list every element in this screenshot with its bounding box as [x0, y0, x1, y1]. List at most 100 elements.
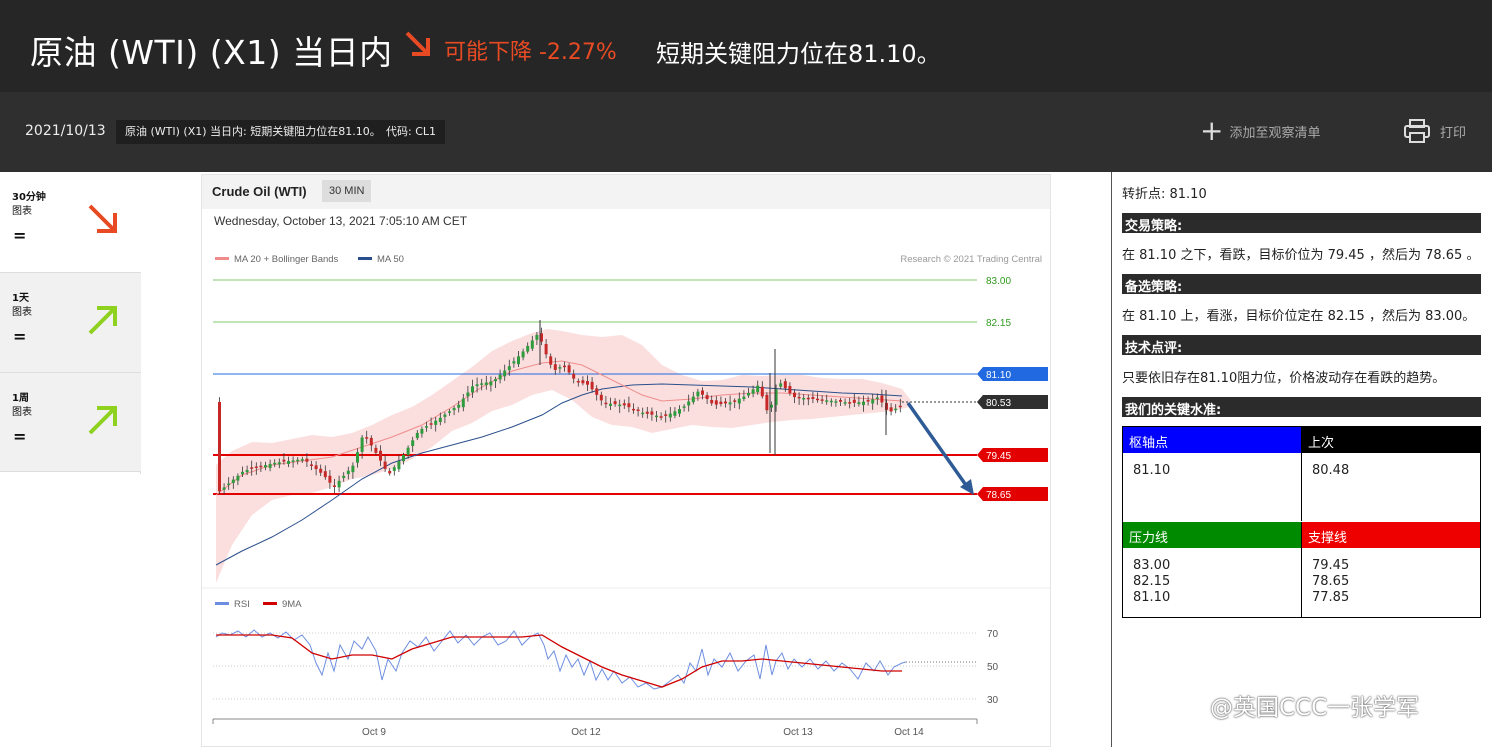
candle-body [434, 420, 438, 425]
candle-body [806, 397, 810, 400]
candle-body [438, 417, 442, 422]
candle-body [691, 396, 695, 403]
candle-body [875, 397, 879, 399]
candle-body [218, 401, 221, 492]
candle-body [300, 459, 304, 461]
comment-title: 技术点评: [1122, 335, 1481, 356]
candle-body [351, 465, 355, 473]
alt-strategy-text: 在 81.10 上，看涨，目标价位定在 82.15 ，然后为 83.00。 [1122, 309, 1476, 324]
candle-body [231, 479, 235, 483]
candle-body [595, 388, 599, 395]
candle-body [811, 397, 815, 399]
candle-body [291, 460, 295, 462]
candle-body [420, 428, 424, 434]
candle-body [388, 470, 392, 474]
candle-body [250, 467, 254, 469]
timeframe-1day[interactable]: 1天 图表 = [0, 272, 141, 372]
rsi-tick-30: 30 [987, 695, 999, 706]
candle-body [415, 432, 419, 439]
candle-body [760, 386, 764, 397]
candle-body [314, 465, 318, 470]
arrow-down-right-icon [88, 204, 117, 233]
candle-body [374, 447, 378, 453]
print-label: 打印 [1440, 125, 1467, 141]
candle-body [526, 345, 530, 352]
candle-body [503, 370, 507, 377]
candle-body [259, 465, 263, 468]
candle-body [484, 382, 488, 386]
candle-body [793, 392, 796, 398]
candle-body [816, 398, 819, 401]
candle-body [268, 463, 272, 469]
timeframe-sub: 图表 [12, 206, 32, 217]
candle-body [296, 459, 300, 462]
candle-body [682, 406, 686, 408]
support-value: 79.45 [1312, 558, 1350, 573]
candle-body [645, 411, 649, 414]
candle-body [641, 412, 645, 415]
timeframe-1week[interactable]: 1周 图表 = [0, 372, 141, 472]
candle-body [668, 413, 672, 418]
timeframe-sub: 图表 [12, 307, 32, 318]
ma20-legend-swatch [215, 257, 229, 260]
candle-body [862, 401, 865, 406]
candle-body [737, 398, 741, 404]
candle-body [553, 364, 557, 370]
candle-body [728, 402, 732, 405]
candle-body [530, 340, 534, 349]
candle-body [889, 407, 893, 412]
candle-body [848, 402, 852, 404]
timeframe-30min[interactable]: 30分钟 图表 = [0, 172, 141, 272]
candle-body [241, 471, 244, 475]
header-bar: 原油 (WTI) (X1) 当日内 可能下降 -2.27% 短期关键阻力位在81… [0, 0, 1492, 92]
candle-body [590, 381, 594, 390]
add-to-watchlist-button[interactable]: + 添加至观察清单 [1200, 117, 1320, 145]
candle-body [632, 408, 635, 411]
candle-body [618, 404, 622, 407]
support-value: 78.65 [1312, 574, 1350, 589]
candle-body [227, 483, 231, 486]
candle-body [829, 400, 833, 403]
candle-body [756, 385, 760, 393]
candle-body [402, 455, 405, 462]
candle-body [346, 470, 350, 475]
description-chip: 原油 (WTI) (X1) 当日内: 短期关键阻力位在81.10。 [116, 120, 390, 144]
candle-body [356, 452, 359, 463]
candle-body [517, 356, 520, 365]
print-button[interactable]: 打印 [1404, 119, 1466, 143]
candle-body [576, 381, 580, 383]
comment-text: 只要依旧存在81.10阻力位，价格波动存在看跌的趋势。 [1122, 371, 1446, 386]
candle-body [820, 399, 824, 401]
candle-body [245, 470, 249, 473]
candle-body [622, 403, 626, 406]
candle-body [636, 409, 640, 412]
arrow-down-right-icon [405, 31, 430, 56]
sub-bar: 2021/10/13 原油 (WTI) (X1) 当日内: 短期关键阻力位在81… [0, 92, 1492, 172]
level-label-78.65: 78.65 [986, 490, 1011, 501]
resistance-value: 83.00 [1133, 558, 1171, 573]
rsi-line [215, 629, 907, 690]
candle-body [655, 415, 658, 418]
level-label-80.53: 80.53 [986, 398, 1011, 409]
rsi-legend-swatch [215, 602, 229, 605]
printer-icon [1404, 119, 1430, 143]
rsi-tick-50: 50 [987, 662, 999, 673]
candle-body [802, 398, 806, 400]
candle-body [448, 411, 451, 413]
candle-body [659, 416, 663, 418]
candle-body [277, 462, 281, 465]
timeframe-title: 30分钟 [12, 192, 46, 203]
candle-body [857, 402, 861, 405]
candle-body [765, 394, 769, 411]
candle-body [457, 404, 461, 408]
candle-body [788, 385, 792, 394]
candle-body [898, 405, 902, 408]
candle-body [687, 401, 691, 406]
copyright-text: Research © 2021 Trading Central [900, 254, 1042, 265]
candle-body [360, 437, 364, 452]
candle-body [489, 381, 493, 386]
level-label-82.15: 82.15 [986, 318, 1011, 329]
timeframe-sub: 图表 [12, 407, 32, 418]
resistance-value: 82.15 [1133, 574, 1171, 589]
candle-body [751, 389, 755, 394]
